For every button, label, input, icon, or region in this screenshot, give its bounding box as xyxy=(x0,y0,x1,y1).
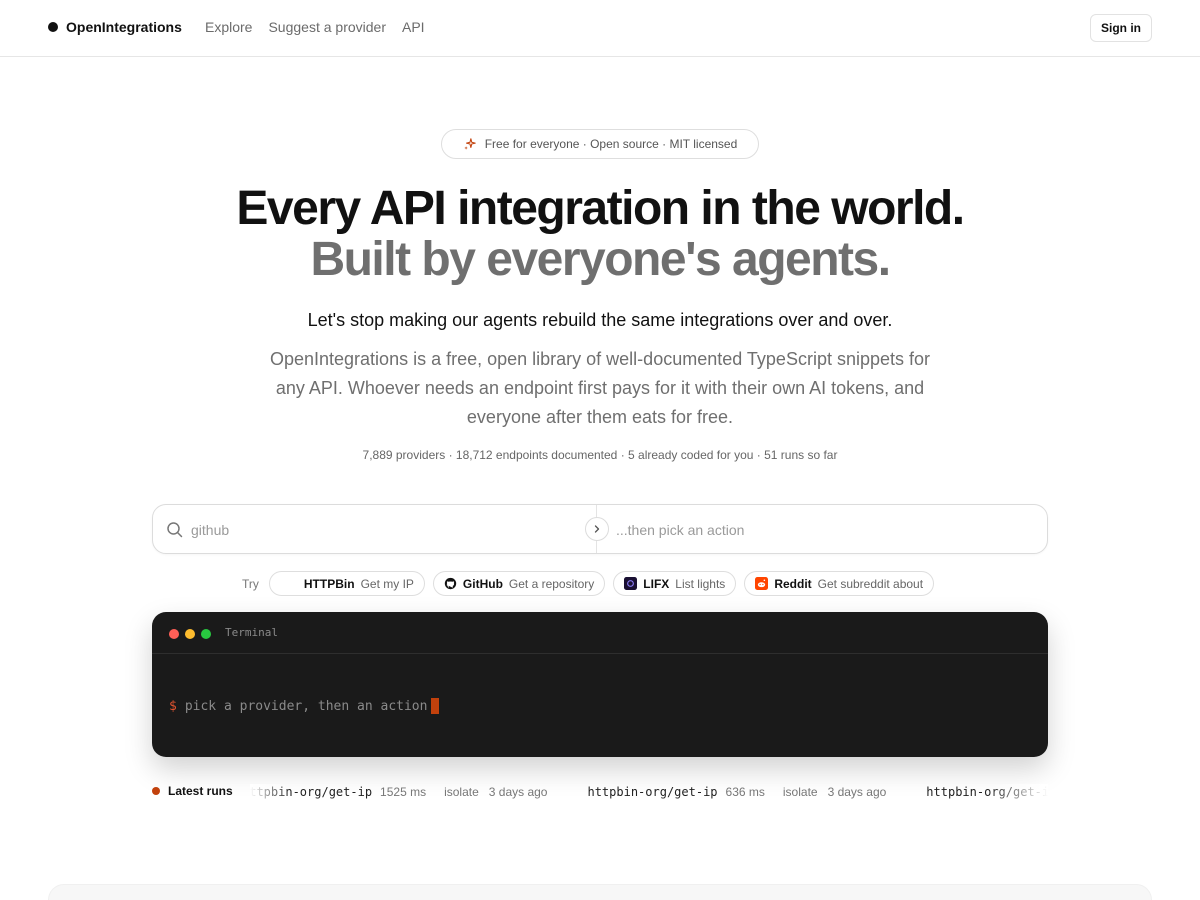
latest-runs-track: httpbin-org/get-ip 1525 ms isolate 3 day… xyxy=(250,784,1048,802)
lifx-icon xyxy=(624,577,638,590)
run-runtime: isolate xyxy=(782,785,818,799)
stats-line: 7,889 providers · 18,712 endpoints docum… xyxy=(362,448,838,462)
nav-link-api[interactable]: API xyxy=(402,19,425,35)
chip-provider-name: GitHub xyxy=(462,576,503,591)
latest-runs-label-text: Latest runs xyxy=(168,784,233,798)
top-nav-bar: OpenIntegrations Explore Suggest a provi… xyxy=(0,0,1200,57)
latest-runs-ticker: Latest runs httpbin-org/get-ip 1525 ms i… xyxy=(152,784,1048,802)
chip-action-name: Get my IP xyxy=(360,576,414,591)
next-section-card xyxy=(48,884,1152,900)
sparkles-icon xyxy=(464,138,476,150)
ticker-fade-left xyxy=(250,784,290,802)
search-icon xyxy=(167,522,183,538)
chevron-right-icon xyxy=(585,517,609,541)
try-chip-httpbin[interactable]: HTTPBin Get my IP xyxy=(268,571,425,596)
provider-action-search xyxy=(152,504,1048,554)
httpbin-icon xyxy=(280,577,298,590)
run-duration: 1525 ms xyxy=(380,785,427,799)
run-item[interactable]: httpbin-org/get-ip 1525 ms isolate 3 day… xyxy=(250,785,547,799)
hero-subheadline: Built by everyone's agents. xyxy=(310,233,891,286)
chip-action-name: Get a repository xyxy=(508,576,595,591)
license-badge-text: Free for everyone · Open source · MIT li… xyxy=(484,137,738,151)
run-runtime: isolate xyxy=(444,785,479,799)
license-badge: Free for everyone · Open source · MIT li… xyxy=(441,129,759,159)
try-chip-lifx[interactable]: LIFX List lights xyxy=(613,571,737,596)
chip-provider-name: LIFX xyxy=(643,576,670,591)
run-item[interactable]: httpbin-org/get-ip 636 ms isolate 3 days… xyxy=(587,785,886,799)
action-search-input[interactable] xyxy=(616,519,1016,541)
window-close-dot-icon xyxy=(169,629,179,639)
try-examples: Try HTTPBin Get my IP GitHub Get a repos… xyxy=(242,571,935,596)
window-maximize-dot-icon xyxy=(201,629,211,639)
brand-dot-icon xyxy=(48,22,58,32)
run-duration: 636 ms xyxy=(725,785,765,799)
latest-runs-label: Latest runs xyxy=(152,784,233,798)
brand-name: OpenIntegrations xyxy=(66,19,182,35)
terminal-cursor xyxy=(431,698,440,714)
chip-provider-name: Reddit xyxy=(774,576,812,591)
terminal-title-bar: Terminal xyxy=(152,612,1048,654)
terminal-command-line: $ pick a provider, then an action xyxy=(169,698,440,714)
chip-action-name: Get subreddit about xyxy=(817,576,924,591)
github-icon xyxy=(444,577,457,590)
terminal-window: Terminal $ pick a provider, then an acti… xyxy=(152,612,1048,757)
terminal-title: Terminal xyxy=(225,626,278,639)
nav-link-explore[interactable]: Explore xyxy=(205,19,252,35)
brand-logo[interactable]: OpenIntegrations xyxy=(48,19,182,35)
try-label: Try xyxy=(242,576,259,591)
run-time: 3 days ago xyxy=(827,785,887,799)
reddit-icon xyxy=(755,577,769,590)
terminal-prompt: $ xyxy=(169,698,177,714)
provider-search-input[interactable] xyxy=(191,519,571,541)
sign-in-button[interactable]: Sign in xyxy=(1090,14,1152,42)
chip-provider-name: HTTPBin xyxy=(303,576,355,591)
ticker-fade-right xyxy=(988,784,1048,802)
try-chip-reddit[interactable]: Reddit Get subreddit about xyxy=(744,571,935,596)
run-time: 3 days ago xyxy=(488,785,548,799)
window-minimize-dot-icon xyxy=(185,629,195,639)
live-dot-icon xyxy=(152,787,160,795)
hero-headline: Every API integration in the world. xyxy=(236,182,965,235)
nav-link-suggest-provider[interactable]: Suggest a provider xyxy=(268,19,386,35)
hero-description: OpenIntegrations is a free, open library… xyxy=(269,349,931,427)
main-nav: Explore Suggest a provider API xyxy=(205,19,425,35)
chip-action-name: List lights xyxy=(675,576,726,591)
run-path: httpbin-org/get-ip xyxy=(587,785,718,799)
hero-lead: Let's stop making our agents rebuild the… xyxy=(307,310,893,330)
terminal-command: pick a provider, then an action xyxy=(184,698,428,714)
try-chip-github[interactable]: GitHub Get a repository xyxy=(432,571,606,596)
